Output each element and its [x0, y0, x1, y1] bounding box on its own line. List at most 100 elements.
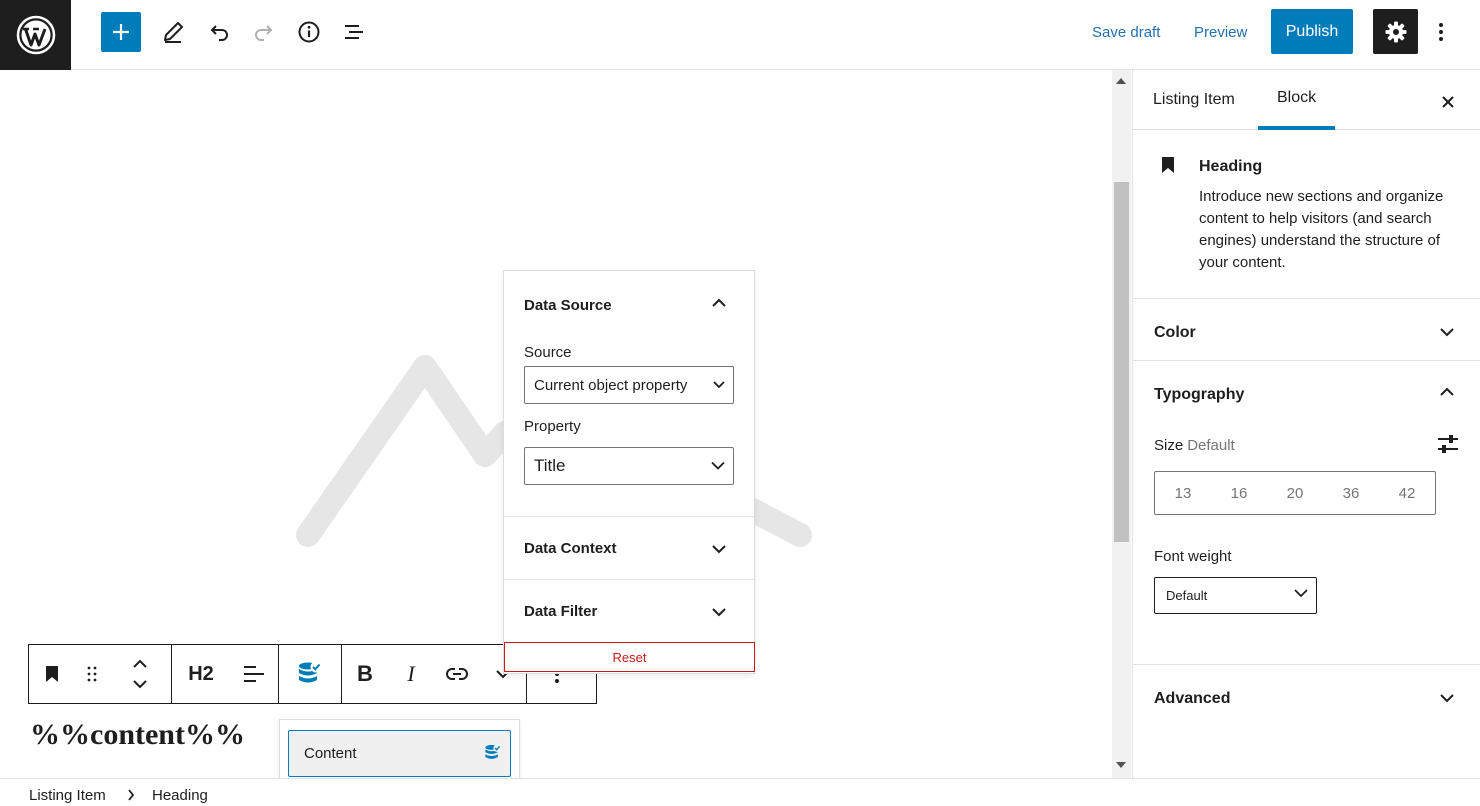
font-weight-select-value: Default [1166, 588, 1208, 603]
undo-button[interactable] [199, 12, 239, 52]
editor-header: Save draft Preview Publish [0, 0, 1480, 70]
divider [1133, 664, 1480, 665]
redo-icon [255, 25, 273, 41]
breadcrumb-item[interactable]: Heading [152, 787, 208, 804]
move-up-down-button[interactable] [109, 645, 171, 703]
chevron-right-icon [128, 789, 135, 801]
format-group: B I [342, 645, 527, 703]
block-card-title: Heading [1199, 158, 1263, 175]
bold-button[interactable]: B [342, 645, 388, 703]
database-check-icon [299, 661, 322, 683]
font-size-current-value: Default [1187, 437, 1235, 454]
info-icon [298, 21, 320, 43]
canvas-scrollbar[interactable] [1112, 70, 1131, 778]
block-mover-group [29, 645, 172, 703]
drag-handle-icon [87, 666, 97, 682]
italic-icon: I [407, 661, 415, 686]
block-card-description: Introduce new sections and organize cont… [1199, 188, 1444, 271]
database-check-icon [485, 744, 501, 759]
content-source-label: Content [304, 745, 357, 762]
preview-button[interactable]: Preview [1194, 24, 1247, 41]
add-block-button[interactable] [101, 12, 141, 52]
save-draft-button[interactable]: Save draft [1092, 24, 1160, 41]
chevron-down-icon[interactable] [711, 604, 727, 620]
chevron-down-icon [711, 461, 725, 470]
dynamic-data-popover: Data Source Source Current object proper… [503, 270, 755, 674]
font-size-option[interactable]: 36 [1323, 472, 1379, 514]
font-size-option[interactable]: 13 [1155, 472, 1211, 514]
chevron-down-icon[interactable] [711, 541, 727, 557]
chevron-down-icon [713, 381, 725, 389]
source-label: Source [524, 344, 572, 361]
color-panel-toggle[interactable]: Color [1154, 324, 1196, 342]
property-label: Property [524, 418, 581, 435]
property-select[interactable]: Title [524, 447, 734, 485]
chevron-up-down-icon [133, 659, 147, 689]
data-context-title[interactable]: Data Context [524, 540, 617, 557]
chevron-down-icon[interactable] [1439, 690, 1455, 706]
font-size-option[interactable]: 20 [1267, 472, 1323, 514]
align-button[interactable] [230, 645, 278, 703]
dynamic-data-button[interactable] [279, 645, 341, 703]
scroll-thumb[interactable] [1114, 182, 1129, 542]
gear-icon [1385, 21, 1406, 42]
chevron-down-icon[interactable] [1439, 324, 1455, 340]
reset-button[interactable]: Reset [504, 642, 755, 672]
wordpress-logo-button[interactable] [0, 0, 71, 70]
font-size-option[interactable]: 16 [1211, 472, 1267, 514]
link-button[interactable] [434, 645, 480, 703]
typography-panel-toggle[interactable]: Typography [1154, 386, 1244, 404]
settings-button[interactable] [1373, 9, 1418, 54]
block-breadcrumb: Listing Item Heading [0, 778, 1480, 806]
heading-tools-group: H2 [172, 645, 279, 703]
divider [504, 516, 754, 517]
wordpress-icon [16, 15, 55, 55]
data-filter-title[interactable]: Data Filter [524, 603, 597, 620]
block-type-button[interactable] [29, 645, 75, 703]
tab-block[interactable]: Block [1258, 70, 1336, 130]
dynamic-content-popover: Content [279, 719, 520, 778]
details-button[interactable] [289, 12, 329, 52]
publish-button[interactable]: Publish [1271, 9, 1353, 54]
chevron-up-icon[interactable] [1439, 384, 1455, 400]
bold-icon: B [357, 661, 373, 686]
close-sidebar-button[interactable] [1436, 90, 1460, 114]
options-menu-button[interactable] [1428, 12, 1454, 52]
chevron-down-icon [1294, 589, 1308, 598]
breadcrumb-item[interactable]: Listing Item [29, 787, 106, 804]
redo-button[interactable] [244, 12, 284, 52]
source-select-value: Current object property [534, 376, 688, 394]
kebab-icon [1439, 23, 1443, 41]
chevron-up-icon[interactable] [711, 295, 727, 311]
heading-block-content[interactable]: %%content%% [30, 718, 245, 752]
divider [1133, 360, 1480, 361]
content-source-item[interactable]: Content [288, 730, 511, 777]
advanced-panel-toggle[interactable]: Advanced [1154, 690, 1230, 708]
dynamic-data-group [279, 645, 342, 703]
source-select[interactable]: Current object property [524, 366, 734, 404]
settings-sidebar: Listing Item Block Heading Introduce new… [1132, 70, 1480, 778]
data-source-title[interactable]: Data Source [524, 297, 612, 314]
list-view-icon [345, 25, 363, 39]
font-weight-select[interactable]: Default [1154, 577, 1317, 614]
italic-button[interactable]: I [388, 645, 434, 703]
tab-listing-item[interactable]: Listing Item [1153, 70, 1235, 130]
tools-button[interactable] [153, 12, 193, 52]
font-size-picker: 13 16 20 36 42 [1154, 471, 1436, 515]
heading-level-button[interactable]: H2 [172, 645, 230, 703]
undo-icon [210, 25, 228, 41]
font-size-option[interactable]: 42 [1379, 472, 1435, 514]
divider [1133, 298, 1480, 299]
bookmark-icon [46, 666, 58, 682]
list-view-button[interactable] [334, 12, 374, 52]
scroll-up-arrow-icon[interactable] [1116, 78, 1126, 84]
property-select-value: Title [534, 456, 566, 475]
scroll-down-arrow-icon[interactable] [1116, 762, 1126, 768]
sidebar-tabs: Listing Item Block [1133, 70, 1480, 130]
editor-canvas[interactable]: H2 B I %%content%% Data Source Source Cu… [0, 70, 1112, 778]
sliders-icon[interactable] [1437, 434, 1459, 454]
divider [504, 579, 754, 580]
drag-handle[interactable] [75, 645, 109, 703]
font-weight-label: Font weight [1154, 548, 1232, 565]
font-size-label: Size Default [1154, 437, 1235, 454]
